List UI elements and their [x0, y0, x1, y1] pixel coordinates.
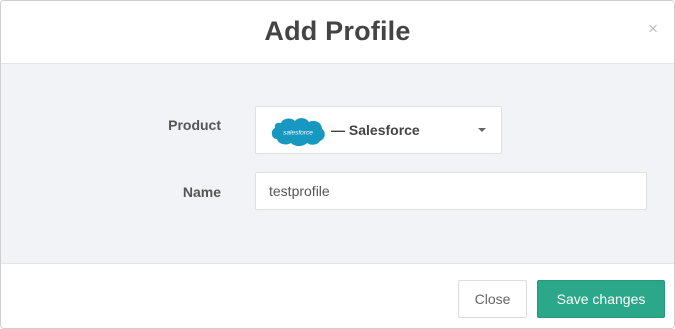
- modal-footer: Close Save changes: [1, 263, 674, 328]
- modal-header: Add Profile ×: [1, 1, 674, 64]
- modal-title: Add Profile: [264, 16, 411, 46]
- product-label: Product: [168, 117, 221, 133]
- add-profile-modal: Add Profile × Product salesforce — Sales…: [0, 0, 675, 329]
- save-changes-button[interactable]: Save changes: [537, 280, 665, 318]
- salesforce-logo-text: salesforce: [283, 130, 313, 137]
- product-select-value: — Salesforce: [331, 122, 420, 138]
- name-label: Name: [182, 184, 221, 200]
- salesforce-logo-icon: salesforce: [271, 118, 325, 146]
- close-icon[interactable]: ×: [648, 20, 658, 37]
- close-button[interactable]: Close: [458, 280, 527, 318]
- caret-down-icon: [478, 128, 486, 132]
- product-select[interactable]: salesforce — Salesforce: [255, 106, 502, 154]
- modal-body: Product salesforce — Salesforce Name: [1, 64, 674, 263]
- name-input[interactable]: [255, 172, 647, 210]
